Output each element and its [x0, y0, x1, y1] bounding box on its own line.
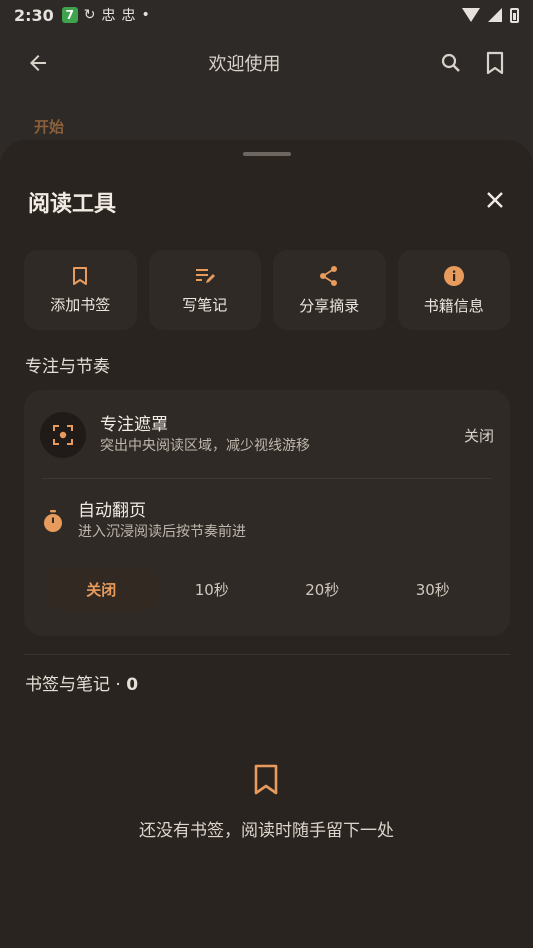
bookmarks-count: 0: [126, 675, 139, 695]
bookmark-icon: [73, 266, 88, 285]
app-bar: 欢迎使用: [0, 30, 533, 96]
drag-handle[interactable]: [243, 152, 291, 156]
search-button[interactable]: [429, 41, 473, 85]
back-button[interactable]: [16, 41, 60, 85]
tool-label: 添加书签: [50, 295, 111, 314]
signal-icon: [488, 8, 502, 22]
focus-mask-icon-wrap: [40, 412, 86, 458]
page-title: 欢迎使用: [208, 54, 281, 75]
share-excerpt-button[interactable]: 分享摘录: [273, 250, 386, 330]
interval-option-10s[interactable]: 10秒: [157, 568, 268, 610]
arrow-back-icon: [30, 55, 46, 71]
status-badge: 7: [61, 7, 78, 23]
section-label: 开始: [34, 118, 65, 136]
edit-note-icon: [195, 268, 215, 283]
bookmark-icon: [486, 51, 504, 75]
divider: [42, 478, 492, 479]
auto-page-subtitle: 进入沉浸阅读后按节奏前进: [78, 524, 246, 540]
empty-bookmark-icon: [250, 760, 282, 800]
auto-page-interval-selector: 关闭 10秒 20秒 30秒: [46, 568, 488, 610]
interval-option-20s[interactable]: 20秒: [267, 568, 378, 610]
focus-mask-row[interactable]: 专注遮罩 突出中央阅读区域，减少视线游移 关闭: [40, 410, 494, 460]
center-focus-icon: [53, 425, 73, 445]
reading-tools-sheet: 阅读工具 添加书签 写笔记 分享摘录 书籍信息 专注与节奏 专注遮罩 突出中央阅…: [0, 140, 533, 948]
focus-card: 专注遮罩 突出中央阅读区域，减少视线游移 关闭 自动翻页 进入沉浸阅读后按节奏前…: [24, 390, 510, 636]
sheet-title: 阅读工具: [28, 192, 117, 217]
book-info-button[interactable]: 书籍信息: [397, 250, 510, 330]
focus-mask-value[interactable]: 关闭: [464, 425, 494, 446]
empty-state-text: 还没有书签，阅读时随手留下一处: [139, 821, 394, 841]
tool-label: 分享摘录: [299, 296, 360, 315]
focus-section-title: 专注与节奏: [25, 357, 110, 377]
status-bar: 2:30 7 ↻ 忠 忠 •: [0, 0, 533, 30]
timer-icon: [42, 509, 64, 533]
status-glyph: 忠: [101, 8, 116, 24]
share-icon: [320, 265, 338, 286]
bookmarks-title-text: 书签与笔记 ·: [25, 675, 127, 695]
status-glyph: 忠: [121, 8, 136, 24]
tool-label: 写笔记: [182, 295, 228, 314]
bookmarks-section-title: 书签与笔记 · 0: [25, 670, 138, 695]
add-bookmark-button[interactable]: 添加书签: [24, 250, 137, 330]
battery-icon: [510, 7, 519, 23]
bookmark-button[interactable]: [473, 41, 517, 85]
info-icon: [443, 265, 464, 286]
status-time: 2:30: [14, 5, 54, 25]
search-icon: [441, 53, 460, 72]
focus-mask-subtitle: 突出中央阅读区域，减少视线游移: [100, 438, 310, 454]
write-note-button[interactable]: 写笔记: [148, 250, 261, 330]
status-glyph: •: [141, 7, 150, 23]
auto-page-title: 自动翻页: [78, 501, 146, 521]
interval-option-30s[interactable]: 30秒: [378, 568, 489, 610]
interval-option-off[interactable]: 关闭: [46, 568, 157, 610]
tool-label: 书籍信息: [423, 296, 484, 315]
close-icon: [487, 192, 503, 208]
status-glyph: ↻: [83, 7, 96, 23]
divider: [24, 654, 510, 655]
close-button[interactable]: [479, 184, 511, 216]
focus-mask-title: 专注遮罩: [100, 415, 168, 435]
auto-page-row: 自动翻页 进入沉浸阅读后按节奏前进: [42, 498, 492, 544]
wifi-icon: [462, 8, 480, 22]
tool-grid: 添加书签 写笔记 分享摘录 书籍信息: [24, 250, 510, 330]
